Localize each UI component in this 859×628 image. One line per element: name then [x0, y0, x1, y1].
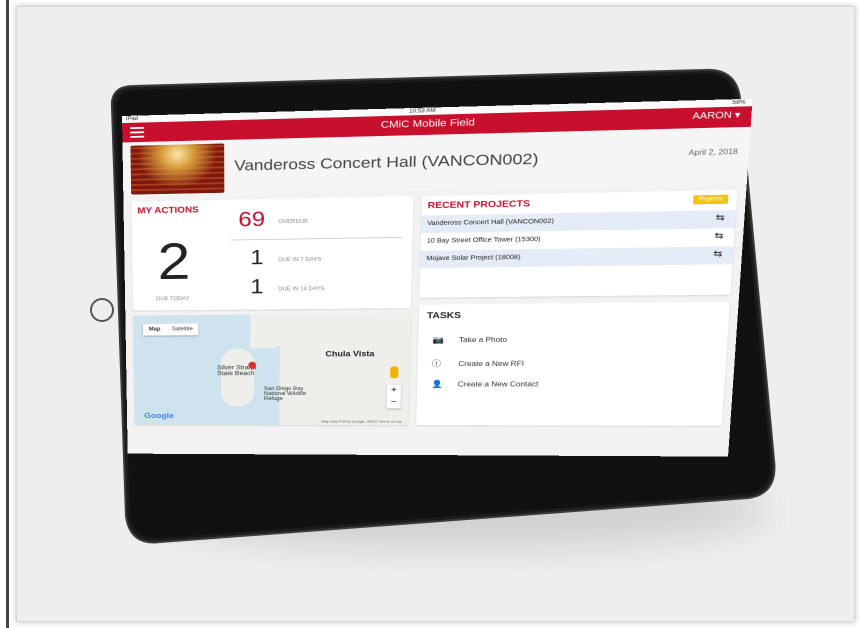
map-tab-map[interactable]: Map	[143, 324, 166, 336]
switch-icon[interactable]: ⇆	[713, 249, 723, 259]
project-date: April 2, 2018	[688, 147, 739, 157]
task-create-rfi[interactable]: ⓘ Create a New RFI	[432, 357, 525, 371]
due7-count[interactable]: 1	[250, 246, 263, 270]
home-button[interactable]	[90, 298, 114, 322]
zoom-controls: + −	[386, 384, 402, 409]
due14-label: DUE IN 14 DAYS	[278, 286, 325, 293]
overdue-label: OVERDUE	[278, 219, 309, 225]
due-today-label: DUE TODAY	[156, 296, 190, 302]
task-label: Create a New RFI	[458, 359, 525, 368]
zoom-in-button[interactable]: +	[387, 385, 401, 397]
info-icon: ⓘ	[431, 359, 442, 368]
recent-project-row[interactable]: Mojave Solar Project (18008) ⇆	[419, 246, 734, 269]
camera-icon: 📷	[432, 335, 445, 345]
tasks-title: TASKS	[426, 311, 462, 321]
map-land-north	[250, 314, 290, 349]
add-contact-icon: 👤	[431, 379, 443, 389]
due7-label: DUE IN 7 DAYS	[278, 257, 322, 264]
recent-projects-card: RECENT PROJECTS Projects Vandeross Conce…	[419, 189, 738, 298]
beach-label: Silver Strand State Beach	[217, 365, 257, 377]
page-frame: iPad 10:53 AM 58% CMiC Mobile Field AARO…	[0, 0, 859, 628]
pegman-icon[interactable]	[390, 366, 399, 379]
recent-project-label: Vandeross Concert Hall (VANCON002)	[427, 218, 555, 227]
overdue-count[interactable]: 69	[238, 208, 265, 233]
due14-count[interactable]: 1	[250, 275, 263, 299]
due-today-count[interactable]: 2	[157, 232, 190, 291]
task-label: Create a New Contact	[457, 380, 539, 389]
recent-project-label: 10 Bay Street Office Tower (15300)	[426, 236, 541, 245]
switch-icon[interactable]: ⇆	[715, 213, 725, 223]
projects-badge-button[interactable]: Projects	[693, 194, 729, 205]
refuge-label: San Diego Bay National Wildlife Refuge	[263, 386, 307, 402]
task-create-contact[interactable]: 👤 Create a New Contact	[431, 380, 538, 394]
project-thumbnail	[130, 143, 225, 195]
tasks-card: TASKS 📷 Take a Photo ⓘ Create a New RFI 👤 C…	[416, 301, 731, 426]
tablet-scene: iPad 10:53 AM 58% CMiC Mobile Field AARO…	[0, 0, 859, 628]
map-widget[interactable]: Map Satellite Chula Vista Silver Strand S…	[133, 313, 411, 426]
switch-icon[interactable]: ⇆	[714, 231, 724, 241]
app-screen: iPad 10:53 AM 58% CMiC Mobile Field AARO…	[122, 98, 753, 457]
map-attribution[interactable]: Map data ©2018 Google, INEGI Terms of Us…	[321, 419, 402, 423]
map-type-tabs: Map Satellite	[142, 323, 199, 336]
project-title: Vandeross Concert Hall (VANCON002)	[234, 150, 539, 175]
user-menu[interactable]: AARON ▾	[692, 110, 741, 122]
recent-projects-title: RECENT PROJECTS	[427, 199, 531, 211]
zoom-out-button[interactable]: −	[387, 397, 401, 409]
task-label: Take a Photo	[458, 335, 508, 344]
city-label: Chula Vista	[325, 349, 375, 359]
task-take-photo[interactable]: 📷 Take a Photo	[432, 335, 507, 349]
map-tab-satellite[interactable]: Satellite	[166, 323, 199, 335]
my-actions-title: MY ACTIONS	[137, 205, 199, 217]
recent-project-label: Mojave Solar Project (18008)	[426, 254, 521, 262]
map-land-strand	[220, 348, 255, 407]
my-actions-card: MY ACTIONS 2 DUE TODAY 69 OVERDUE 1 DUE …	[131, 196, 414, 311]
google-logo: Google	[144, 411, 174, 420]
actions-divider	[230, 236, 403, 241]
